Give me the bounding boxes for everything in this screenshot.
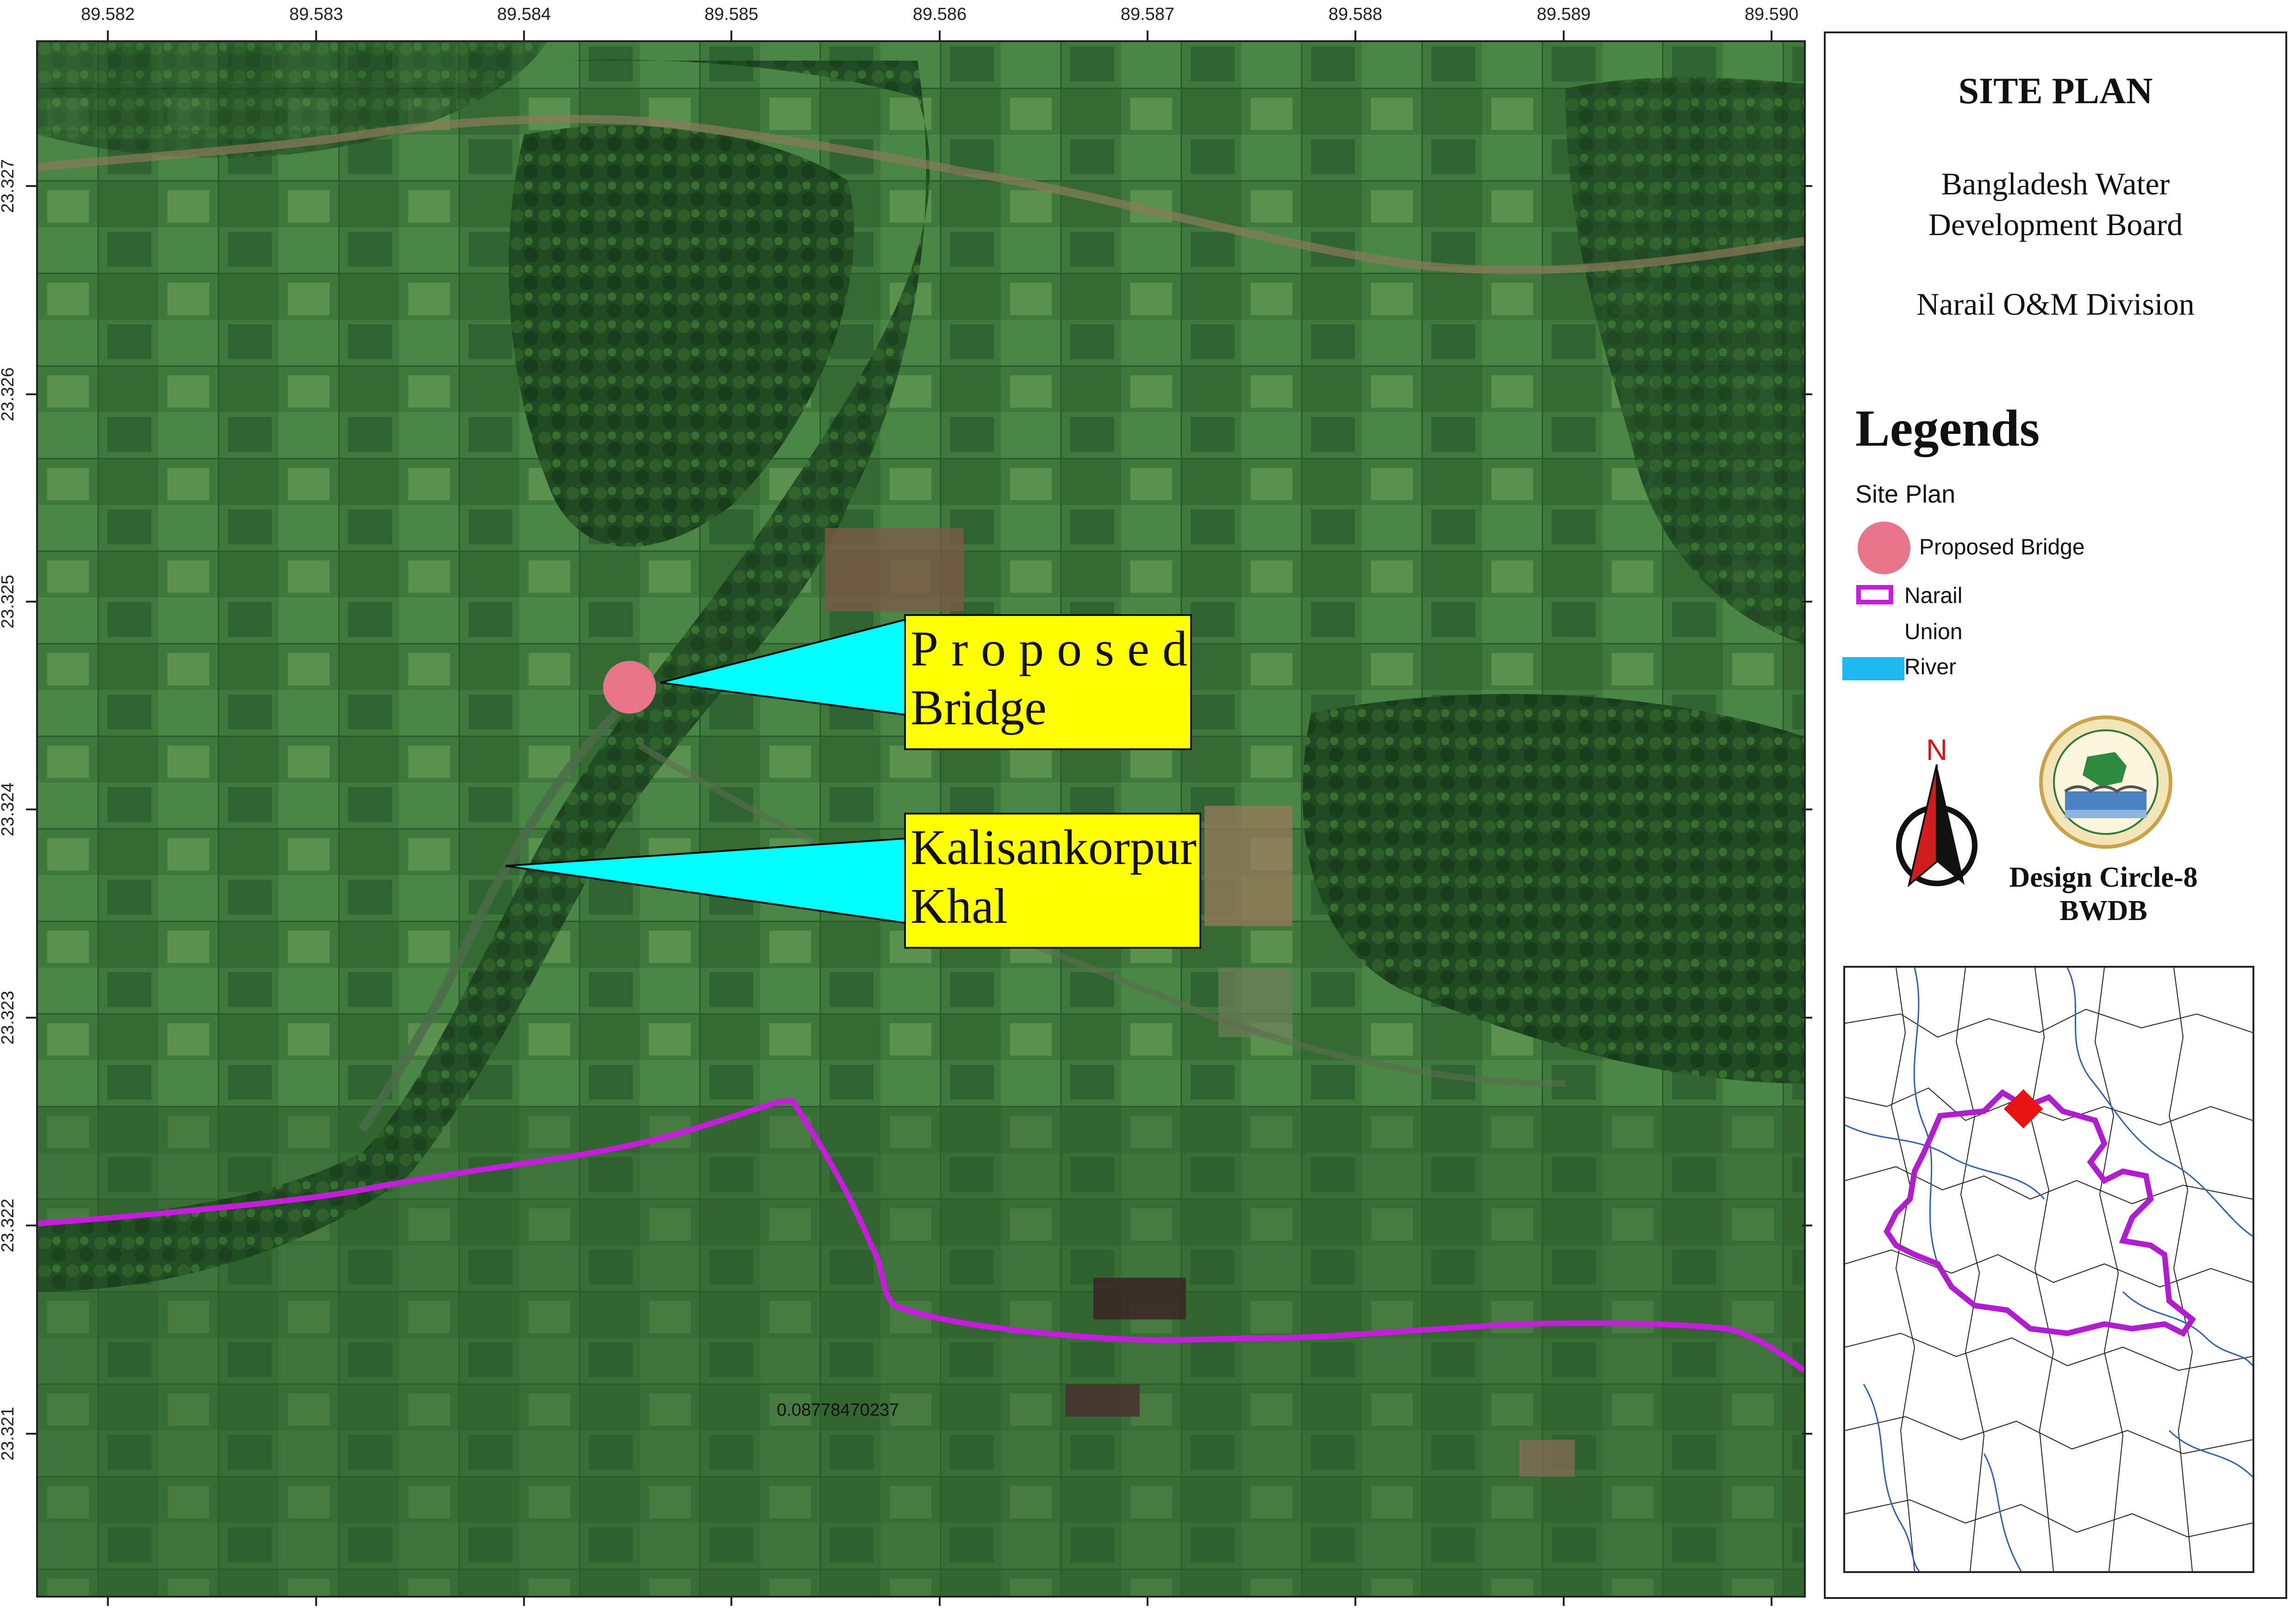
lon-label-1: 89.582: [81, 5, 135, 24]
locator-inset-map[interactable]: [1843, 966, 2254, 1573]
lon-tick-bottom: [1354, 1596, 1356, 1606]
design-circle-label: Design Circle-8 BWDB: [1983, 861, 2224, 927]
lat-label-5: 23.323: [0, 990, 18, 1045]
map-frame[interactable]: Proposed Bridge Kalisankorpur Khal 0.087…: [36, 40, 1806, 1598]
lon-tick: [1563, 31, 1565, 41]
lat-tick-right: [1802, 185, 1812, 187]
design-line-2: BWDB: [2059, 895, 2147, 927]
lat-tick: [26, 808, 36, 810]
lon-tick-bottom: [1563, 1596, 1565, 1606]
purple-outline-rect-icon: [1856, 585, 1893, 604]
site-plan-title: SITE PLAN: [1958, 71, 2153, 112]
lat-tick: [26, 601, 36, 603]
lon-tick-bottom: [315, 1596, 317, 1606]
lon-label-6: 89.587: [1120, 5, 1175, 24]
lon-tick: [315, 31, 317, 41]
lat-label-3: 23.325: [0, 574, 18, 629]
lon-label-9: 89.590: [1744, 5, 1799, 24]
lon-tick: [107, 31, 109, 41]
north-letter: N: [1926, 733, 1947, 766]
lon-tick: [1147, 31, 1148, 41]
legend-label-river: River: [1904, 655, 1957, 679]
lat-label-1: 23.327: [0, 159, 18, 213]
lat-label-4: 23.324: [0, 782, 18, 837]
lon-label-7: 89.588: [1328, 5, 1383, 24]
scale-label: 0.08778470237: [777, 1400, 899, 1420]
lon-tick-bottom: [1147, 1596, 1148, 1606]
pink-circle-icon: [1858, 522, 1910, 574]
khal-callout-line1: Kalisankorpur: [911, 820, 1197, 875]
proposed-bridge-marker[interactable]: [603, 661, 656, 714]
lon-tick-bottom: [107, 1596, 109, 1606]
lon-tick: [730, 31, 732, 41]
lat-label-6: 23.322: [0, 1198, 18, 1253]
org-line-2: Development Board: [1928, 207, 2183, 242]
lon-label-2: 89.583: [289, 5, 343, 24]
cyan-rect-icon: [1842, 657, 1904, 680]
lon-tick: [1771, 31, 1772, 41]
lat-tick: [26, 1433, 36, 1435]
lat-tick: [26, 185, 36, 187]
legend-subtitle: Site Plan: [1855, 480, 1956, 508]
lat-tick: [26, 393, 36, 395]
bridge-callout-line2: Bridge: [911, 680, 1047, 736]
khal-callout-line2: Khal: [911, 879, 1008, 934]
lon-label-4: 89.585: [704, 5, 759, 24]
inset-map-svg: [1845, 968, 2252, 1571]
north-arrow-icon: N: [1896, 733, 1978, 888]
lat-tick: [26, 1225, 36, 1226]
lon-tick-bottom: [1771, 1596, 1772, 1606]
legend-panel: SITE PLAN Bangladesh Water Development B…: [1824, 31, 2287, 1599]
lon-tick: [523, 31, 525, 41]
lat-label-7: 23.321: [0, 1406, 18, 1461]
bridge-callout-box: Proposed Bridge: [904, 614, 1192, 750]
lat-tick-right: [1802, 1017, 1812, 1019]
lat-tick: [26, 1017, 36, 1019]
lon-tick-bottom: [939, 1596, 941, 1606]
lon-label-3: 89.584: [497, 5, 551, 24]
lat-tick-right: [1802, 1225, 1812, 1226]
bwdb-seal-logo: [2039, 715, 2172, 849]
design-line-1: Design Circle-8: [2009, 862, 2198, 893]
lat-tick-right: [1802, 393, 1812, 395]
lon-tick-bottom: [730, 1596, 732, 1606]
lon-label-8: 89.589: [1536, 5, 1591, 24]
org-line-1: Bangladesh Water: [1941, 166, 2170, 201]
lat-tick-right: [1802, 1433, 1812, 1435]
lat-tick-right: [1802, 601, 1812, 603]
division-name: Narail O&M Division: [1916, 286, 2195, 322]
lon-tick: [939, 31, 941, 41]
legend-label-narail: Narail: [1904, 584, 1963, 608]
lon-label-5: 89.586: [912, 5, 967, 24]
legend-title: Legends: [1855, 400, 2040, 457]
lon-tick: [1354, 31, 1356, 41]
lat-label-2: 23.326: [0, 367, 18, 422]
khal-callout-box: Kalisankorpur Khal: [904, 813, 1201, 949]
lon-tick-bottom: [523, 1596, 525, 1606]
lat-tick-right: [1802, 808, 1812, 810]
legend-label-union: Union: [1904, 620, 1963, 644]
bridge-callout-line1: Proposed: [911, 622, 1200, 677]
legend-label-proposed-bridge: Proposed Bridge: [1919, 535, 2085, 560]
